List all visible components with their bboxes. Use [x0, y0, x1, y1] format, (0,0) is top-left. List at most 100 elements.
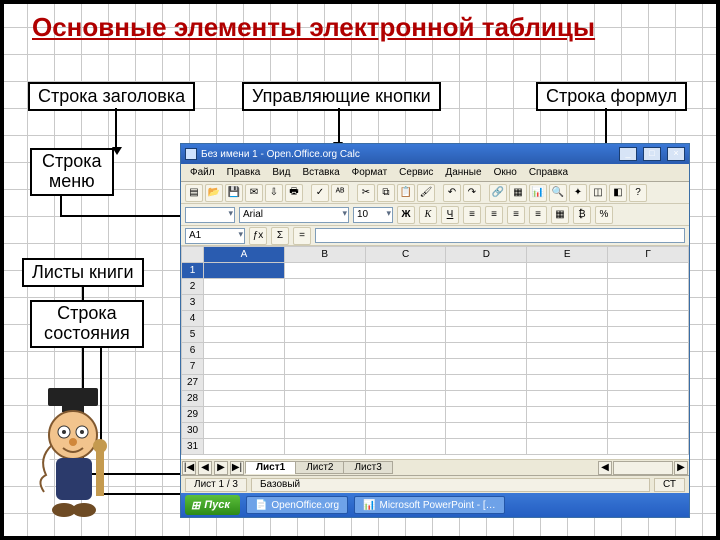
tab-next-button[interactable]: ▶ [214, 461, 228, 475]
taskbar-app-openoffice[interactable]: 📄 OpenOffice.org [246, 496, 348, 514]
cell-A28[interactable] [204, 391, 285, 407]
col-header-A[interactable]: A [204, 247, 285, 263]
cell-C3[interactable] [365, 295, 446, 311]
bold-button[interactable]: Ж [397, 206, 415, 224]
spell-button[interactable]: ✓ [311, 184, 329, 202]
menu-данные[interactable]: Данные [440, 166, 486, 179]
cell-E30[interactable] [527, 423, 608, 439]
cell-A30[interactable] [204, 423, 285, 439]
menu-вставка[interactable]: Вставка [297, 166, 344, 179]
menu-вид[interactable]: Вид [267, 166, 295, 179]
table-button[interactable]: ▦ [509, 184, 527, 202]
align-right-button[interactable]: ≡ [507, 206, 525, 224]
cell-E2[interactable] [527, 279, 608, 295]
cell-B5[interactable] [284, 327, 365, 343]
cell-D28[interactable] [446, 391, 527, 407]
find-button[interactable]: 🔍 [549, 184, 567, 202]
name-box[interactable]: A1 [185, 228, 245, 244]
menu-файл[interactable]: Файл [185, 166, 220, 179]
cell-A1[interactable] [204, 263, 285, 279]
grid[interactable]: ABCDEГ12345672728293031 [181, 246, 689, 455]
cell-Г6[interactable] [608, 343, 689, 359]
save-button[interactable]: 💾 [225, 184, 243, 202]
cell-D1[interactable] [446, 263, 527, 279]
merge-button[interactable]: ▦ [551, 206, 569, 224]
cell-A29[interactable] [204, 407, 285, 423]
row-header-5[interactable]: 5 [182, 327, 204, 343]
doc-button[interactable]: ▤ [185, 184, 203, 202]
font-size-combo[interactable]: 10 [353, 207, 393, 223]
cell-D30[interactable] [446, 423, 527, 439]
cell-D7[interactable] [446, 359, 527, 375]
style-combo[interactable] [185, 207, 235, 223]
sheet-tab-Лист3[interactable]: Лист3 [343, 461, 392, 474]
cell-C30[interactable] [365, 423, 446, 439]
cell-E1[interactable] [527, 263, 608, 279]
paste-button[interactable]: 📋 [397, 184, 415, 202]
cell-C6[interactable] [365, 343, 446, 359]
cell-Г7[interactable] [608, 359, 689, 375]
cell-D29[interactable] [446, 407, 527, 423]
print-button[interactable]: 🖶 [285, 184, 303, 202]
cell-A4[interactable] [204, 311, 285, 327]
sheet-area[interactable]: ABCDEГ12345672728293031 [181, 246, 689, 459]
cell-Г4[interactable] [608, 311, 689, 327]
row-header-30[interactable]: 30 [182, 423, 204, 439]
cell-C27[interactable] [365, 375, 446, 391]
row-header-7[interactable]: 7 [182, 359, 204, 375]
cell-E4[interactable] [527, 311, 608, 327]
select-all-corner[interactable] [182, 247, 204, 263]
cell-A7[interactable] [204, 359, 285, 375]
row-header-1[interactable]: 1 [182, 263, 204, 279]
brush-button[interactable]: 🖌 [417, 184, 435, 202]
row-header-29[interactable]: 29 [182, 407, 204, 423]
tab-last-button[interactable]: ▶| [230, 461, 244, 475]
col-header-E[interactable]: E [527, 247, 608, 263]
cell-B30[interactable] [284, 423, 365, 439]
cell-B6[interactable] [284, 343, 365, 359]
cell-D5[interactable] [446, 327, 527, 343]
cell-Г2[interactable] [608, 279, 689, 295]
maximize-button[interactable]: □ [643, 147, 661, 161]
row-header-6[interactable]: 6 [182, 343, 204, 359]
cell-C4[interactable] [365, 311, 446, 327]
cell-A31[interactable] [204, 439, 285, 455]
formula-input[interactable] [315, 228, 685, 243]
undo-button[interactable]: ↶ [443, 184, 461, 202]
cell-A27[interactable] [204, 375, 285, 391]
cell-B31[interactable] [284, 439, 365, 455]
menu-сервис[interactable]: Сервис [394, 166, 438, 179]
align-center-button[interactable]: ≡ [485, 206, 503, 224]
cell-A5[interactable] [204, 327, 285, 343]
align-left-button[interactable]: ≡ [463, 206, 481, 224]
row-header-2[interactable]: 2 [182, 279, 204, 295]
cut-button[interactable]: ✂ [357, 184, 375, 202]
cell-C5[interactable] [365, 327, 446, 343]
align-justify-button[interactable]: ≡ [529, 206, 547, 224]
hscroll-track[interactable] [613, 461, 673, 475]
cell-B4[interactable] [284, 311, 365, 327]
cell-D31[interactable] [446, 439, 527, 455]
open-button[interactable]: 📂 [205, 184, 223, 202]
cell-E7[interactable] [527, 359, 608, 375]
cell-A6[interactable] [204, 343, 285, 359]
font-name-combo[interactable]: Arial [239, 207, 349, 223]
cell-Г31[interactable] [608, 439, 689, 455]
menu-окно[interactable]: Окно [489, 166, 522, 179]
cell-A3[interactable] [204, 295, 285, 311]
help-button[interactable]: ? [629, 184, 647, 202]
cell-B28[interactable] [284, 391, 365, 407]
sheet-tab-Лист2[interactable]: Лист2 [295, 461, 344, 474]
cell-E27[interactable] [527, 375, 608, 391]
cell-Г29[interactable] [608, 407, 689, 423]
start-button[interactable]: ⊞ Пуск [185, 495, 240, 515]
cell-D27[interactable] [446, 375, 527, 391]
sum-button[interactable]: Σ [271, 227, 289, 245]
chart-button[interactable]: 📊 [529, 184, 547, 202]
link-button[interactable]: 🔗 [489, 184, 507, 202]
src-button[interactable]: ◧ [609, 184, 627, 202]
underline-button[interactable]: Ч [441, 206, 459, 224]
cell-Г28[interactable] [608, 391, 689, 407]
cell-B3[interactable] [284, 295, 365, 311]
cell-D4[interactable] [446, 311, 527, 327]
